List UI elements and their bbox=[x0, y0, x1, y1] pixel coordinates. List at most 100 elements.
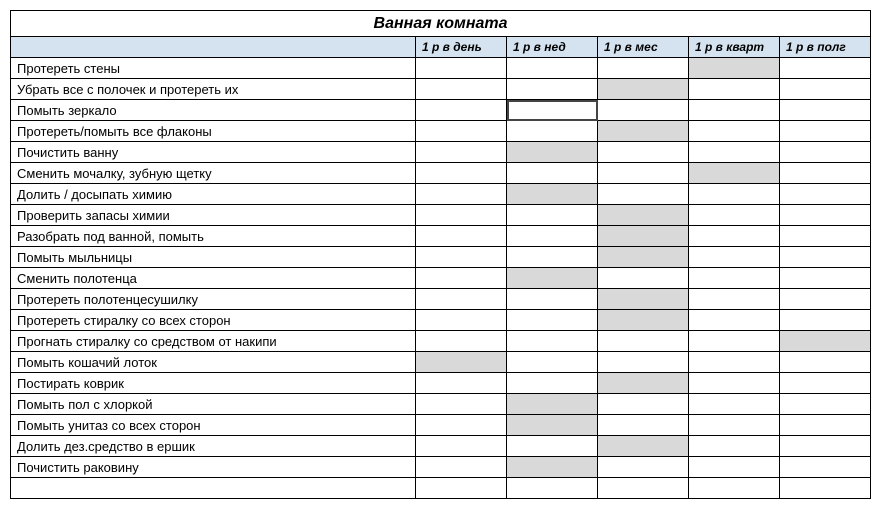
freq-cell[interactable] bbox=[689, 373, 780, 394]
freq-cell[interactable] bbox=[689, 310, 780, 331]
task-cell[interactable]: Проверить запасы химии bbox=[11, 205, 416, 226]
freq-cell[interactable] bbox=[598, 79, 689, 100]
task-cell[interactable]: Постирать коврик bbox=[11, 373, 416, 394]
freq-cell[interactable] bbox=[507, 373, 598, 394]
task-cell[interactable]: Долить / досыпать химию bbox=[11, 184, 416, 205]
freq-cell[interactable] bbox=[689, 142, 780, 163]
freq-cell[interactable] bbox=[780, 310, 871, 331]
freq-cell[interactable] bbox=[689, 163, 780, 184]
freq-cell[interactable] bbox=[507, 352, 598, 373]
freq-cell[interactable] bbox=[780, 79, 871, 100]
freq-cell[interactable] bbox=[689, 226, 780, 247]
task-cell[interactable]: Помыть зеркало bbox=[11, 100, 416, 121]
freq-cell[interactable] bbox=[689, 79, 780, 100]
freq-cell[interactable] bbox=[416, 268, 507, 289]
freq-cell[interactable] bbox=[598, 457, 689, 478]
freq-cell[interactable] bbox=[598, 394, 689, 415]
freq-cell[interactable] bbox=[416, 394, 507, 415]
freq-cell[interactable] bbox=[507, 142, 598, 163]
freq-cell[interactable] bbox=[598, 331, 689, 352]
freq-cell[interactable] bbox=[598, 163, 689, 184]
freq-cell[interactable] bbox=[507, 394, 598, 415]
task-cell[interactable]: Долить дез.средство в ершик bbox=[11, 436, 416, 457]
freq-cell[interactable] bbox=[507, 205, 598, 226]
freq-cell[interactable] bbox=[507, 163, 598, 184]
freq-cell[interactable] bbox=[780, 415, 871, 436]
freq-cell[interactable] bbox=[416, 205, 507, 226]
freq-cell[interactable] bbox=[507, 331, 598, 352]
task-cell[interactable]: Помыть мыльницы bbox=[11, 247, 416, 268]
freq-cell[interactable] bbox=[689, 268, 780, 289]
freq-cell[interactable] bbox=[598, 121, 689, 142]
task-cell[interactable]: Протереть/помыть все флаконы bbox=[11, 121, 416, 142]
freq-cell[interactable] bbox=[780, 331, 871, 352]
freq-cell[interactable] bbox=[416, 331, 507, 352]
task-cell[interactable]: Почистить раковину bbox=[11, 457, 416, 478]
freq-cell[interactable] bbox=[598, 100, 689, 121]
freq-cell[interactable] bbox=[780, 268, 871, 289]
task-cell[interactable]: Убрать все с полочек и протереть их bbox=[11, 79, 416, 100]
freq-cell[interactable] bbox=[416, 163, 507, 184]
freq-cell[interactable] bbox=[507, 184, 598, 205]
freq-cell[interactable] bbox=[507, 247, 598, 268]
freq-cell[interactable] bbox=[416, 100, 507, 121]
freq-cell[interactable] bbox=[416, 310, 507, 331]
freq-cell[interactable] bbox=[416, 478, 507, 499]
freq-cell[interactable] bbox=[780, 352, 871, 373]
task-cell[interactable]: Протереть стены bbox=[11, 58, 416, 79]
freq-cell[interactable] bbox=[598, 310, 689, 331]
freq-cell[interactable] bbox=[598, 58, 689, 79]
freq-cell[interactable] bbox=[689, 205, 780, 226]
freq-cell[interactable] bbox=[598, 478, 689, 499]
freq-cell[interactable] bbox=[689, 478, 780, 499]
freq-cell[interactable] bbox=[507, 415, 598, 436]
freq-cell[interactable] bbox=[507, 58, 598, 79]
freq-cell[interactable] bbox=[689, 100, 780, 121]
task-cell[interactable] bbox=[11, 478, 416, 499]
freq-cell[interactable] bbox=[780, 247, 871, 268]
task-cell[interactable]: Почистить ванну bbox=[11, 142, 416, 163]
freq-cell[interactable] bbox=[416, 121, 507, 142]
freq-cell[interactable] bbox=[507, 436, 598, 457]
freq-cell[interactable] bbox=[780, 205, 871, 226]
freq-cell[interactable] bbox=[780, 289, 871, 310]
freq-cell[interactable] bbox=[780, 478, 871, 499]
freq-cell[interactable] bbox=[507, 121, 598, 142]
freq-cell[interactable] bbox=[689, 58, 780, 79]
freq-cell[interactable] bbox=[780, 436, 871, 457]
freq-cell[interactable] bbox=[689, 352, 780, 373]
freq-cell[interactable] bbox=[780, 58, 871, 79]
freq-cell[interactable] bbox=[780, 100, 871, 121]
freq-cell[interactable] bbox=[416, 373, 507, 394]
freq-cell[interactable] bbox=[416, 247, 507, 268]
task-cell[interactable]: Сменить мочалку, зубную щетку bbox=[11, 163, 416, 184]
task-cell[interactable]: Протереть стиралку со всех сторон bbox=[11, 310, 416, 331]
freq-cell[interactable] bbox=[780, 163, 871, 184]
freq-cell[interactable] bbox=[598, 352, 689, 373]
task-cell[interactable]: Протереть полотенцесушилку bbox=[11, 289, 416, 310]
freq-cell[interactable] bbox=[598, 415, 689, 436]
freq-cell[interactable] bbox=[598, 247, 689, 268]
task-cell[interactable]: Помыть унитаз со всех сторон bbox=[11, 415, 416, 436]
task-cell[interactable]: Помыть пол с хлоркой bbox=[11, 394, 416, 415]
freq-cell[interactable] bbox=[689, 331, 780, 352]
task-cell[interactable]: Прогнать стиралку со средством от накипи bbox=[11, 331, 416, 352]
freq-cell[interactable] bbox=[689, 247, 780, 268]
freq-cell[interactable] bbox=[780, 457, 871, 478]
freq-cell[interactable] bbox=[416, 352, 507, 373]
freq-cell[interactable] bbox=[416, 289, 507, 310]
freq-cell[interactable] bbox=[780, 373, 871, 394]
freq-cell[interactable] bbox=[689, 289, 780, 310]
freq-cell[interactable] bbox=[689, 184, 780, 205]
freq-cell[interactable] bbox=[598, 184, 689, 205]
freq-cell[interactable] bbox=[689, 394, 780, 415]
freq-cell[interactable] bbox=[507, 226, 598, 247]
freq-cell[interactable] bbox=[416, 79, 507, 100]
freq-cell[interactable] bbox=[598, 289, 689, 310]
freq-cell[interactable] bbox=[507, 457, 598, 478]
freq-cell[interactable] bbox=[598, 436, 689, 457]
freq-cell[interactable] bbox=[598, 268, 689, 289]
freq-cell[interactable] bbox=[416, 457, 507, 478]
freq-cell[interactable] bbox=[689, 436, 780, 457]
freq-cell[interactable] bbox=[689, 457, 780, 478]
